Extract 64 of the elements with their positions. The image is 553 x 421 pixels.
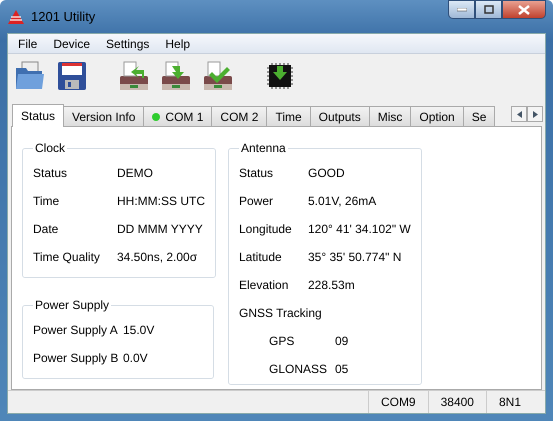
left-arrow-icon bbox=[516, 110, 522, 118]
close-button[interactable] bbox=[502, 0, 546, 19]
maximize-button[interactable] bbox=[475, 0, 502, 19]
tab[interactable]: Se bbox=[462, 106, 496, 126]
section-title: GNSS Tracking bbox=[239, 306, 322, 320]
field-value: 15.0V bbox=[123, 323, 154, 337]
open-folder-icon[interactable] bbox=[14, 60, 46, 92]
logo-icon bbox=[7, 8, 25, 24]
field-value: 34.50ns, 2.00σ bbox=[117, 250, 198, 264]
field-value: DEMO bbox=[117, 166, 153, 180]
menu-item[interactable]: Settings bbox=[98, 36, 158, 50]
field-label: Status bbox=[239, 166, 274, 180]
field-value: HH:MM:SS UTC bbox=[117, 194, 205, 208]
field-value: 228.53m bbox=[308, 278, 355, 292]
field-value: 05 bbox=[335, 362, 348, 376]
field-label: Elevation bbox=[239, 278, 290, 292]
tab[interactable]: Misc bbox=[368, 106, 412, 126]
menu-item[interactable]: Help bbox=[157, 36, 198, 50]
field-label: Power Supply B bbox=[33, 351, 120, 365]
tab[interactable]: Option bbox=[410, 106, 464, 126]
chip-icon[interactable] bbox=[264, 60, 296, 92]
group-title: Clock bbox=[34, 141, 66, 155]
scroll-right-button[interactable] bbox=[527, 106, 543, 122]
scroll-left-button[interactable] bbox=[511, 106, 527, 122]
group-title: Power Supply bbox=[34, 298, 110, 312]
group-title: Antenna bbox=[240, 141, 287, 155]
maximize-icon bbox=[484, 5, 494, 14]
minimize-button[interactable] bbox=[448, 0, 475, 19]
field-value: DD MMM YYYY bbox=[117, 222, 203, 236]
field-label: GPS bbox=[269, 334, 296, 348]
tab[interactable]: Status bbox=[12, 104, 64, 127]
tab[interactable]: Outputs bbox=[310, 106, 370, 126]
menu-item[interactable]: Device bbox=[45, 36, 98, 50]
field-label: Power bbox=[239, 194, 274, 208]
save-icon[interactable] bbox=[56, 60, 88, 92]
field-label: GLONASS bbox=[269, 362, 328, 376]
status-field: 8N1 bbox=[486, 391, 533, 413]
drive-arrow-icon[interactable] bbox=[118, 60, 150, 92]
field-label: Date bbox=[33, 222, 60, 236]
tab[interactable]: COM 1 bbox=[143, 106, 212, 126]
tab[interactable]: Version Info bbox=[63, 106, 144, 126]
status-field: COM9 bbox=[368, 391, 428, 413]
field-label: Status bbox=[33, 166, 68, 180]
tab[interactable]: COM 2 bbox=[211, 106, 268, 126]
field-value: 0.0V bbox=[123, 351, 148, 365]
field-value: GOOD bbox=[308, 166, 345, 180]
close-icon bbox=[518, 4, 530, 14]
field-label: Power Supply A bbox=[33, 323, 119, 337]
field-value: 5.01V, 26mA bbox=[308, 194, 376, 208]
drive-arrow-icon[interactable] bbox=[160, 60, 192, 92]
drive-check-icon[interactable] bbox=[202, 60, 234, 92]
status-field: 38400 bbox=[428, 391, 486, 413]
tab[interactable]: Time bbox=[266, 106, 311, 126]
field-value: 35° 35' 50.774" N bbox=[308, 250, 402, 264]
menu-item[interactable]: File bbox=[10, 36, 46, 50]
window-title: 1201 Utility bbox=[31, 9, 96, 24]
field-label: Longitude bbox=[239, 222, 293, 236]
field-value: 120° 41' 34.102" W bbox=[308, 222, 411, 236]
field-label: Time Quality bbox=[33, 250, 101, 264]
minimize-icon bbox=[456, 8, 466, 12]
right-arrow-icon bbox=[532, 110, 538, 118]
field-value: 09 bbox=[335, 334, 348, 348]
field-label: Latitude bbox=[239, 250, 283, 264]
field-label: Time bbox=[33, 194, 60, 208]
